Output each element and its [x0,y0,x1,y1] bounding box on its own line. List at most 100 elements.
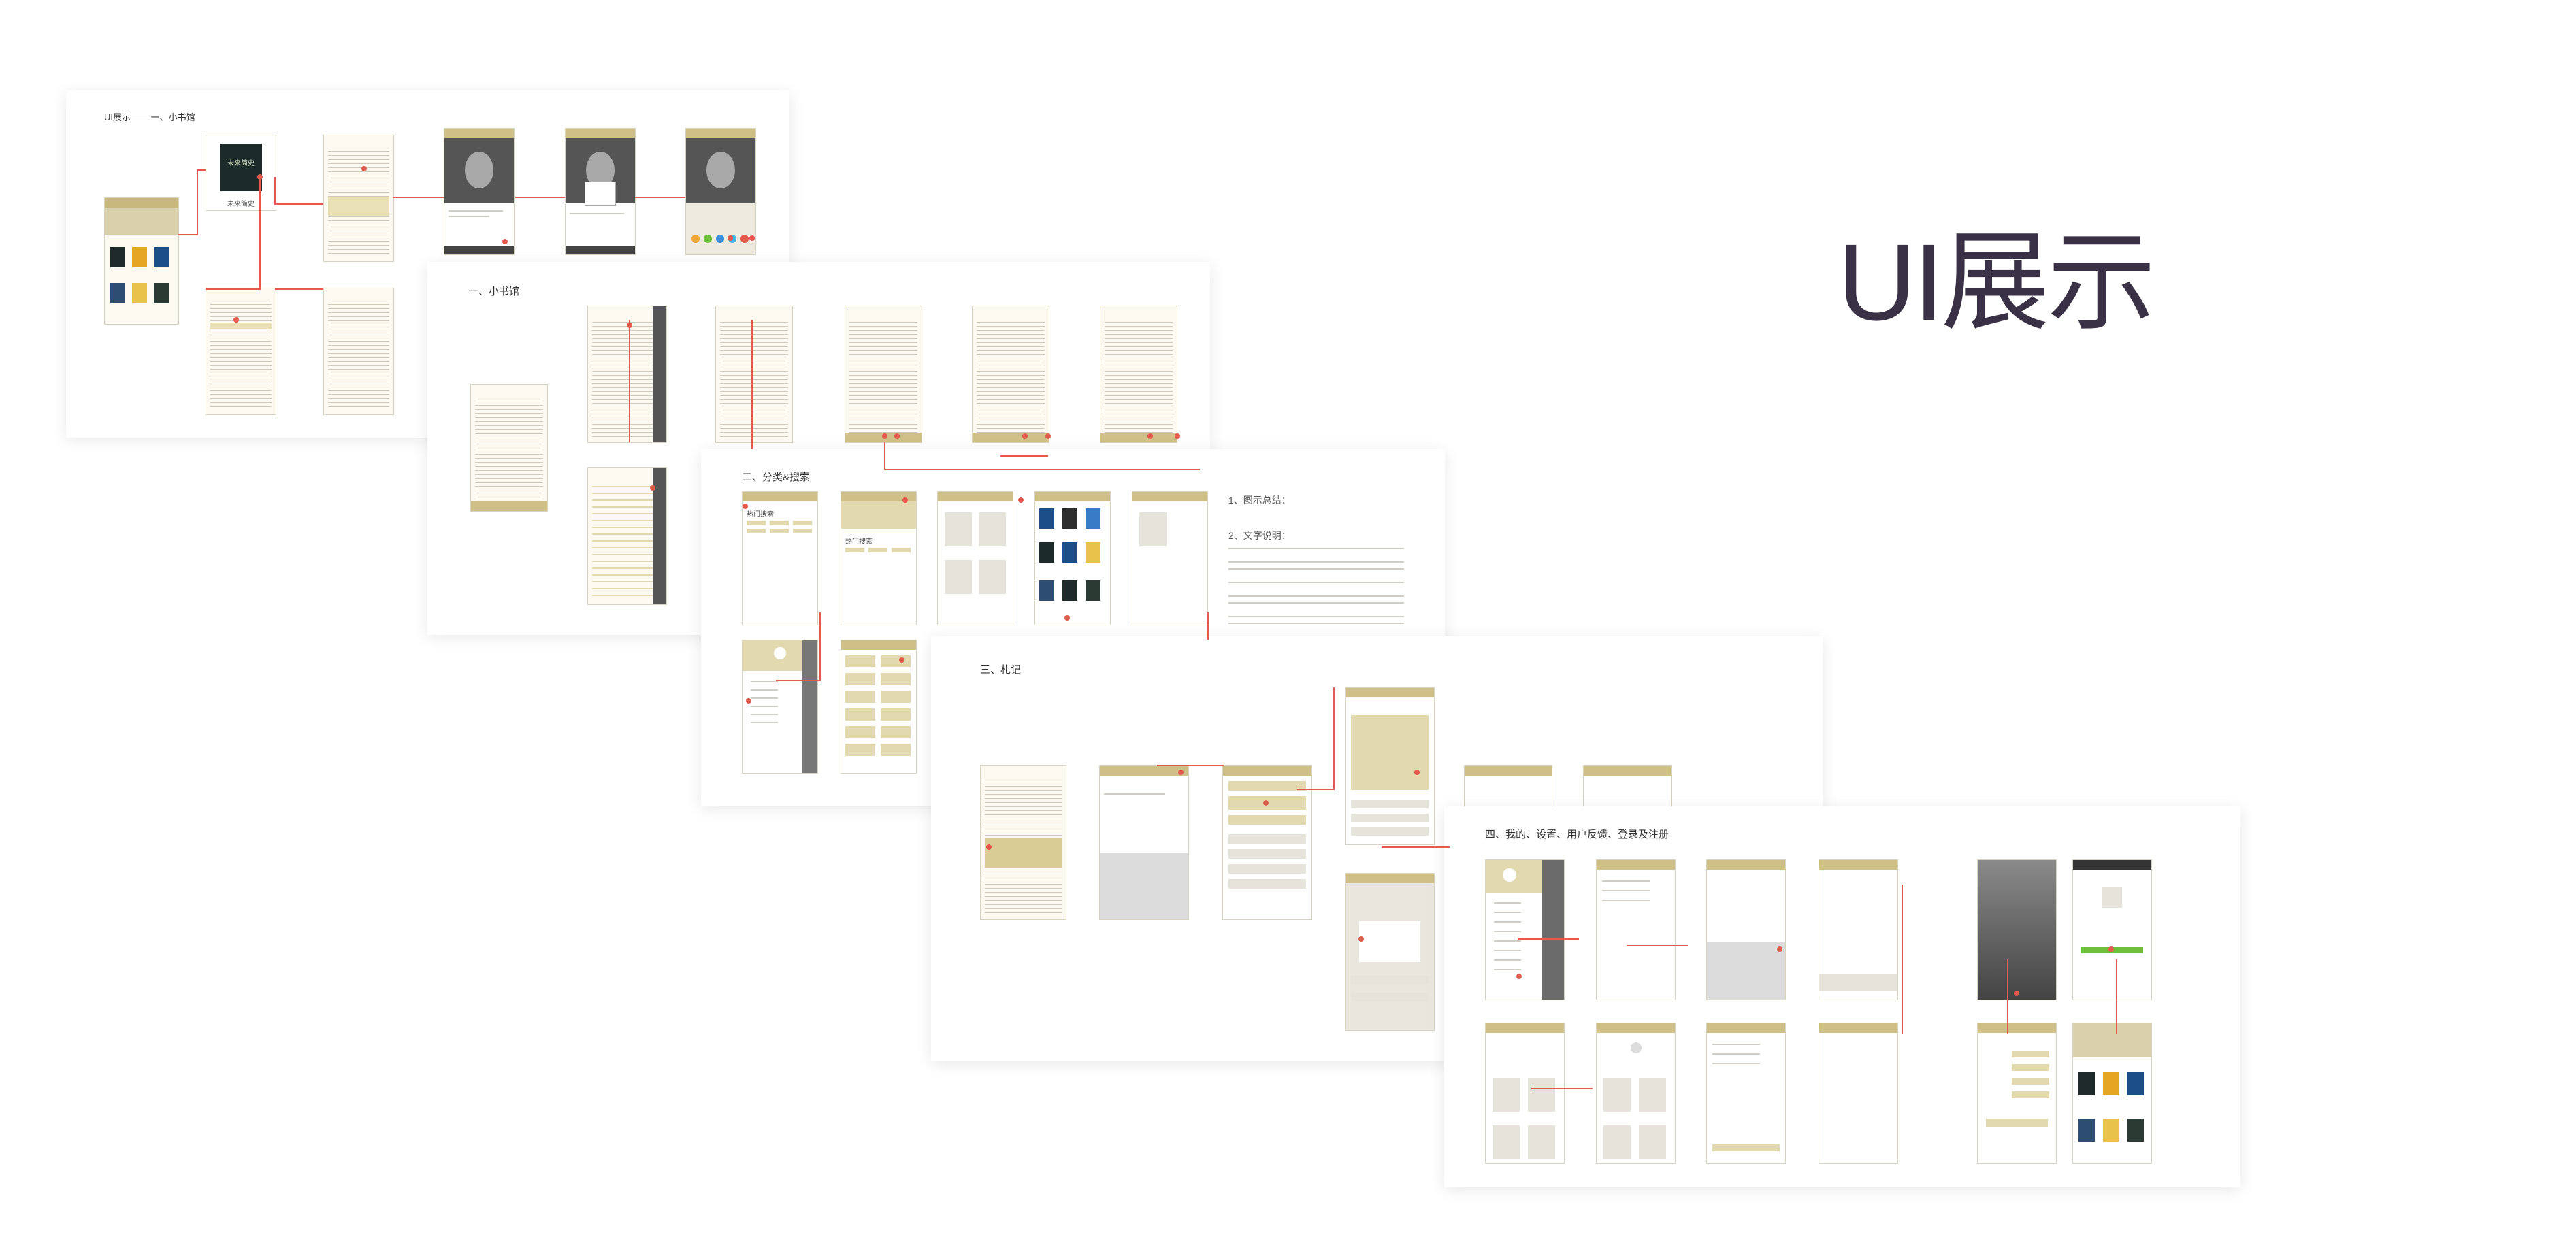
hotspot [2108,946,2114,952]
my-screen[interactable] [1485,1023,1565,1164]
hotspot [902,497,908,503]
note-editor-screen[interactable] [1099,765,1189,920]
book-cover[interactable] [110,283,125,303]
reading-screen[interactable] [845,306,922,443]
hotspot [749,235,755,241]
bookshelf-screen[interactable] [104,197,179,325]
reading-screen[interactable] [206,288,276,415]
login-photo-screen[interactable] [1977,859,2057,1000]
settings-screen[interactable] [1596,859,1676,1000]
hotspot [1064,615,1070,621]
hotspot [986,844,992,850]
reading-screen[interactable] [323,135,394,262]
share-moments-icon[interactable] [704,235,712,243]
reading-screen[interactable] [470,384,548,512]
book-cover[interactable] [154,247,169,267]
hotspot [257,174,263,180]
hotspot [1045,433,1051,439]
category-grid-screen[interactable] [841,640,917,774]
book-cover-screen[interactable]: 未来简史 未来简史 [206,135,276,211]
book-cover[interactable] [132,283,147,303]
qr-placeholder [2102,887,2122,908]
book-cover[interactable] [154,283,169,303]
search-screen[interactable]: 热门搜索 [742,491,818,625]
share-weibo-icon[interactable] [740,235,749,243]
share-wechat-icon[interactable] [691,235,700,243]
board-title: 一、小书馆 [468,286,520,297]
popup-menu[interactable] [585,182,616,206]
note-screen[interactable] [1583,765,1672,808]
hotspot [743,504,748,509]
reading-screen[interactable] [1100,306,1177,443]
hotspot [1358,936,1364,942]
hotspot [728,235,733,241]
hotspot [1178,770,1184,775]
my-screen[interactable] [1596,1023,1676,1164]
register-screen[interactable] [1977,1023,2057,1164]
note-detail-screen[interactable] [1345,687,1435,845]
hotspot [1777,946,1782,952]
register-button[interactable] [1986,1119,2048,1127]
hotspot [746,698,751,704]
author-screen[interactable] [444,128,515,255]
hotspot [1175,433,1180,439]
note-menu-screen[interactable] [1345,873,1435,1031]
hotspot [894,433,900,439]
hero-title: UI展示 [1838,221,2156,343]
board-title: 三、札记 [980,664,1022,676]
hotspot [899,657,904,663]
keyboard[interactable] [1100,853,1188,919]
feedback-screen[interactable] [1706,859,1786,1000]
empty-screen[interactable] [1132,491,1208,625]
hotspot [1022,433,1028,439]
hotspot [627,323,632,328]
reading-screen[interactable] [715,306,793,443]
category-screen[interactable] [1034,491,1111,625]
cover-image [220,144,262,191]
hotspot [361,166,367,171]
drawer-shade [653,306,666,442]
note-screen[interactable] [1464,765,1552,808]
author-screen[interactable] [565,128,636,255]
author-face [706,152,735,188]
search-results-screen[interactable] [937,491,1013,625]
popup-menu[interactable] [1359,921,1420,962]
author-face [465,152,493,188]
hotspot [1018,497,1024,503]
popular-search-label: 热门搜索 [845,538,873,546]
wechat-login-screen[interactable] [2072,859,2152,1000]
sidebar-menu-screen[interactable] [1485,859,1565,1000]
share-screen[interactable] [685,128,756,255]
notes-list-screen[interactable] [1222,765,1312,920]
menu-screen[interactable] [742,640,818,774]
search-screen[interactable]: 热门搜索 [841,491,917,625]
avatar [1502,868,1516,882]
empty-screen[interactable] [1819,1023,1898,1164]
bookshelf-screen[interactable] [2072,1023,2152,1164]
avatar [774,647,786,659]
board-title: UI展示—— 一、小书馆 [104,112,195,122]
board-profile-settings: 四、我的、设置、用户反馈、登录及注册 [1444,806,2240,1187]
cover-title: 未来简史 [227,160,255,167]
reading-screen[interactable] [980,765,1066,920]
profile-edit-screen[interactable] [1706,1023,1786,1164]
feedback-screen[interactable] [1819,859,1898,1000]
text-title: 2、文字说明： [1228,530,1291,541]
reading-screen[interactable] [323,288,394,415]
hotspot [1147,433,1153,439]
hotspot [1516,974,1522,979]
hotspot [1414,770,1420,775]
cover-caption: 未来简史 [227,201,255,208]
share-qq-icon[interactable] [716,235,724,243]
board-title: 二、分类&搜索 [742,472,811,483]
hotspot [882,433,887,439]
hotspot [502,239,508,244]
reading-screen[interactable] [972,306,1049,443]
keyboard[interactable] [1707,942,1785,1000]
hotspot [1263,800,1269,806]
avatar [1630,1042,1642,1053]
popular-search-label: 热门搜索 [747,511,774,518]
book-cover[interactable] [132,247,147,267]
book-cover[interactable] [110,247,125,267]
hotspot [2014,991,2019,996]
